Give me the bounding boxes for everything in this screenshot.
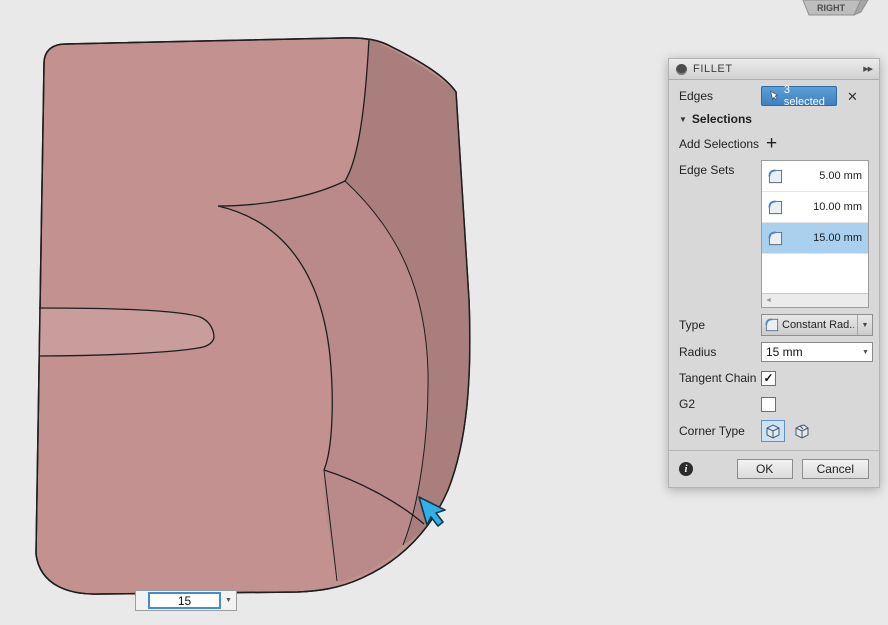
corner-type-label: Corner Type	[679, 424, 745, 438]
edge-sets-row: Edge Sets 5.00 mm 10.00 mm 15.00 mm ◄	[679, 160, 869, 308]
canvas-radius-dropdown-icon[interactable]: ▼	[221, 597, 236, 604]
type-label: Type	[679, 318, 706, 332]
canvas-radius-field[interactable]	[148, 592, 221, 609]
corner-type-setback-button[interactable]	[790, 420, 814, 442]
collapse-panel-icon[interactable]: ▶▶	[863, 65, 873, 73]
edge-set-value: 5.00 mm	[819, 170, 862, 182]
add-selections-label: Add Selections	[679, 137, 760, 151]
selections-section-header[interactable]: ▼ Selections	[679, 112, 869, 126]
tangent-chain-label: Tangent Chain	[679, 371, 757, 385]
edge-set-row-1[interactable]: 5.00 mm	[762, 161, 868, 192]
edge-sets-list: 5.00 mm 10.00 mm 15.00 mm ◄	[761, 160, 869, 308]
edge-set-value: 15.00 mm	[813, 232, 862, 244]
radius-input[interactable]	[762, 345, 859, 359]
type-row: Type Constant Rad... ▼	[679, 314, 873, 336]
radius-row: Radius ▼	[679, 342, 873, 362]
ok-button[interactable]: OK	[736, 459, 793, 479]
tangent-chain-checkbox[interactable]: ✓	[761, 370, 776, 386]
g2-row: G2	[679, 394, 869, 414]
fillet-dialog: FILLET ▶▶ Edges 3 selected ✕ ▼ Selection…	[668, 58, 880, 488]
cursor-icon	[770, 90, 779, 101]
edges-selected-count: 3 selected	[783, 84, 825, 108]
setback-corner-icon	[795, 424, 809, 439]
edge-set-value: 10.00 mm	[813, 201, 862, 213]
model-horizontal-fillet-face[interactable]	[39, 308, 215, 356]
rolling-ball-corner-icon	[766, 424, 780, 439]
dialog-titlebar[interactable]: FILLET ▶▶	[669, 59, 879, 80]
check-icon: ✓	[763, 371, 774, 385]
add-selections-row: Add Selections +	[679, 134, 869, 154]
selections-header-label: Selections	[691, 112, 752, 126]
fillet-radius-icon	[768, 199, 783, 214]
viewcube[interactable]: RIGHT	[802, 0, 869, 16]
fillet-radius-icon	[768, 168, 783, 183]
fillet-radius-icon	[768, 230, 783, 245]
tangent-chain-row: Tangent Chain ✓	[679, 368, 869, 388]
clear-selection-icon[interactable]: ✕	[847, 90, 858, 103]
edge-set-row-2[interactable]: 10.00 mm	[762, 192, 868, 223]
fillet-type-icon	[765, 318, 779, 332]
dialog-title: FILLET	[693, 63, 733, 75]
dialog-footer: i OK Cancel	[669, 450, 879, 487]
type-dropdown-arrow-icon[interactable]: ▼	[857, 315, 872, 335]
dialog-body: Edges 3 selected ✕ ▼ Selections Add Sele…	[669, 80, 879, 442]
edges-row: Edges 3 selected ✕	[679, 84, 869, 108]
radius-input-wrap: ▼	[761, 342, 873, 362]
edge-set-row-3[interactable]: 15.00 mm	[762, 223, 868, 254]
info-icon[interactable]: i	[679, 462, 693, 476]
type-value: Constant Rad...	[782, 319, 854, 331]
radius-label: Radius	[679, 345, 717, 359]
section-collapse-triangle-icon: ▼	[679, 114, 687, 124]
type-dropdown[interactable]: Constant Rad... ▼	[761, 314, 873, 336]
viewcube-label: RIGHT	[817, 3, 846, 13]
drag-grip-icon[interactable]	[676, 63, 687, 75]
g2-label: G2	[679, 397, 696, 411]
cancel-button[interactable]: Cancel	[801, 459, 869, 479]
edges-selected-button[interactable]: 3 selected	[761, 84, 837, 108]
g2-checkbox[interactable]	[761, 396, 776, 412]
scroll-left-icon[interactable]: ◄	[765, 297, 772, 304]
corner-type-row: Corner Type	[679, 420, 869, 442]
edges-label: Edges	[679, 89, 714, 103]
canvas-radius-input[interactable]	[150, 594, 219, 607]
corner-type-rolling-ball-button[interactable]	[761, 420, 785, 442]
horizontal-scrollbar[interactable]: ◄	[762, 293, 868, 307]
add-selections-button[interactable]: +	[766, 134, 777, 153]
canvas-radius-manipulator: ▼	[135, 590, 237, 611]
edge-sets-empty-area	[762, 254, 868, 293]
fusion-canvas: RIGHT ▼ FILLET ▶▶ Edges 3 selected	[0, 0, 888, 625]
radius-dropdown-arrow-icon[interactable]: ▼	[859, 349, 872, 356]
edge-sets-label: Edge Sets	[679, 163, 735, 177]
